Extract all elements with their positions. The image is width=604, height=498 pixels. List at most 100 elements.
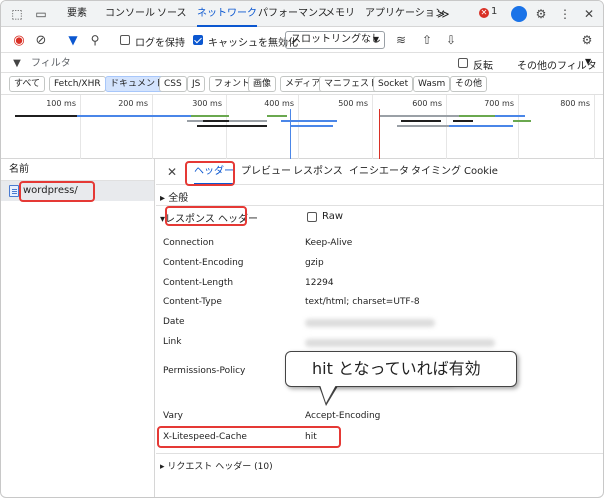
tab-sources[interactable]: ソース [157, 1, 187, 27]
header-name: Connection [163, 238, 214, 248]
chip-css[interactable]: CSS [159, 76, 187, 92]
waterfall-bar [291, 125, 333, 127]
chip-socket[interactable]: Socket [373, 76, 414, 92]
close-icon[interactable]: ✕ [581, 6, 597, 22]
tick-label: 500 ms [338, 99, 368, 108]
preserve-log-label: ログを保持 [135, 38, 185, 49]
tab-elements[interactable]: 要素 [67, 1, 87, 27]
close-details-icon[interactable]: ✕ [164, 164, 180, 180]
header-name: Content-Encoding [163, 258, 244, 268]
header-name: Content-Length [163, 278, 234, 288]
waterfall-bar [453, 120, 473, 122]
request-headers-toggle[interactable]: ▸ リクエスト ヘッダー (10) [160, 459, 273, 472]
header-name: Link [163, 337, 182, 347]
chip-wasm[interactable]: Wasm [413, 76, 451, 92]
tab-memory[interactable]: メモリ [325, 1, 355, 27]
chevron-right-icon: ▸ [160, 193, 169, 204]
request-list-header[interactable]: 名前 [1, 159, 154, 181]
record-icon[interactable]: ◉ [11, 32, 27, 48]
request-list: 名前 wordpress/ [1, 159, 155, 497]
network-timeline[interactable]: 100 ms 200 ms 300 ms 400 ms 500 ms 600 m… [1, 95, 603, 159]
tick-label: 300 ms [192, 99, 222, 108]
annotation-box-response-headers [165, 206, 247, 226]
chevron-down-icon: ▼ [372, 35, 379, 44]
gear-icon[interactable]: ⚙ [533, 6, 549, 22]
chip-other[interactable]: その他 [450, 76, 488, 92]
annotation-box-litespeed [157, 426, 341, 448]
divider [156, 453, 603, 454]
clear-icon[interactable]: ⊘ [33, 32, 49, 48]
chip-js[interactable]: JS [187, 76, 206, 92]
network-conditions-icon[interactable]: ≋ [393, 32, 409, 48]
waterfall-bar [197, 125, 267, 127]
filter-input[interactable]: フィルタ [31, 56, 461, 71]
header-name: Permissions-Policy [163, 366, 246, 376]
chip-all[interactable]: すべて [9, 76, 46, 92]
raw-label: Raw [322, 211, 344, 222]
profile-icon[interactable] [511, 6, 527, 22]
filter-funnel-icon[interactable]: ▼ [65, 32, 81, 48]
error-icon[interactable]: ✕ [479, 8, 489, 18]
request-headers-label: リクエスト ヘッダー [167, 462, 252, 472]
main-tab-bar: ⬚ ▭ 要素 コンソール ソース ネットワーク パフォーマンス メモリ アプリケ… [1, 1, 603, 27]
invert-checkbox[interactable] [458, 58, 468, 68]
timeline-tick: 600 ms [373, 95, 447, 159]
search-icon[interactable]: ⚲ [87, 32, 103, 48]
error-count[interactable]: 1 [491, 6, 497, 17]
header-name: Content-Type [163, 297, 222, 307]
dom-content-loaded-line [290, 109, 291, 159]
disable-cache-checkbox[interactable] [193, 35, 203, 45]
devtools-window: ⬚ ▭ 要素 コンソール ソース ネットワーク パフォーマンス メモリ アプリケ… [0, 0, 604, 498]
header-value: Accept-Encoding [305, 411, 381, 421]
header-value: 12294 [305, 278, 334, 288]
timeline-tick: 300 ms [153, 95, 227, 159]
download-icon[interactable]: ⇩ [443, 32, 459, 48]
waterfall-bar [267, 115, 287, 117]
timeline-tick: 800 ms [519, 95, 595, 159]
resource-type-filters: すべて Fetch/XHR ドキュメント CSS JS フォント 画像 メディア… [1, 73, 603, 95]
general-section-toggle[interactable]: ▸ 全般 [160, 189, 188, 204]
network-settings-gear-icon[interactable]: ⚙ [579, 32, 595, 48]
callout-bubble: hit となっていれば有効 [285, 351, 517, 387]
device-toolbar-icon[interactable]: ▭ [33, 6, 49, 22]
preserve-log-checkbox[interactable] [120, 35, 130, 45]
throttling-value: スロットリングなし [291, 34, 381, 45]
tab-cookie[interactable]: Cookie [464, 159, 498, 185]
more-tabs-button[interactable]: ≫ [437, 1, 450, 27]
header-name: Vary [163, 411, 183, 421]
tab-performance[interactable]: パフォーマンス [258, 1, 328, 27]
throttling-select[interactable]: スロットリングなし ▼ [285, 31, 385, 49]
tab-application[interactable]: アプリケーション [365, 1, 445, 27]
tick-label: 700 ms [484, 99, 514, 108]
filter-icon: ▼ [13, 57, 21, 69]
redacted-value [305, 339, 495, 347]
waterfall-bar [513, 120, 531, 122]
header-value: gzip [305, 258, 324, 268]
tab-initiator[interactable]: イニシエータ [349, 159, 409, 185]
raw-checkbox[interactable] [307, 212, 317, 222]
upload-icon[interactable]: ⇧ [419, 32, 435, 48]
general-section-label: 全般 [168, 193, 189, 204]
chip-image[interactable]: 画像 [248, 76, 277, 92]
document-icon [9, 185, 19, 197]
tick-label: 200 ms [118, 99, 148, 108]
other-filters-chevron-icon: ▼ [585, 57, 592, 66]
tab-preview[interactable]: プレビュー [241, 159, 291, 185]
waterfall-bar [459, 115, 495, 117]
annotation-box-headers-tab [185, 161, 235, 186]
tab-network[interactable]: ネットワーク [197, 1, 257, 27]
tick-label: 400 ms [264, 99, 294, 108]
tab-timing[interactable]: タイミング [411, 159, 461, 185]
header-value: Keep-Alive [305, 238, 353, 248]
waterfall-bar [449, 125, 513, 127]
tab-console[interactable]: コンソール [105, 1, 155, 27]
tab-response[interactable]: レスポンス [293, 159, 343, 185]
waterfall-bar [397, 125, 457, 127]
more-menu-icon[interactable]: ⋮ [557, 6, 573, 22]
timeline-tick: 500 ms [299, 95, 373, 159]
timeline-tick: 200 ms [81, 95, 153, 159]
network-toolbar: ◉ ⊘ ▼ ⚲ ログを保持 キャッシュを無効化 スロットリングなし ▼ ≋ ⇧ … [1, 27, 603, 53]
request-headers-count: (10) [254, 462, 273, 472]
chip-fetch-xhr[interactable]: Fetch/XHR [49, 76, 106, 92]
inspect-element-icon[interactable]: ⬚ [9, 6, 25, 22]
